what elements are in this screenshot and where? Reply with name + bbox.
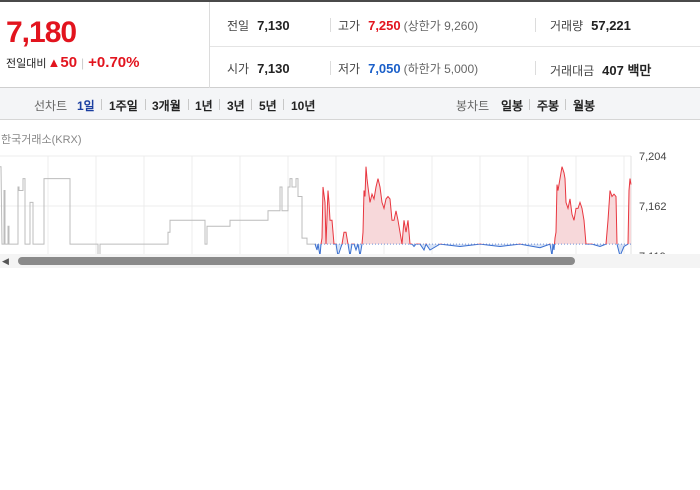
col-divider: [330, 18, 331, 32]
chart-period-tabs: 선차트 1일 1주일 3개월 1년 3년 5년 10년 봉차트 일봉 주봉 월봉: [0, 88, 700, 120]
amount-stat: 거래대금 407 백만: [550, 60, 651, 79]
change-label: 전일대비: [6, 58, 47, 70]
tab-daily-candle[interactable]: 일봉: [501, 97, 523, 114]
price-chart: 한국거래소(KRX) 7,204 7,162 7,119: [0, 120, 700, 268]
volume-value: 57,221: [591, 18, 631, 33]
change-value: 50: [60, 54, 78, 71]
tab-divider: [188, 99, 189, 110]
chart-horizontal-scrollbar[interactable]: ◀: [0, 254, 700, 268]
tab-1-week[interactable]: 1주일: [109, 97, 138, 114]
tab-divider: [145, 99, 146, 110]
tab-5-years[interactable]: 5년: [259, 97, 277, 114]
prev-close-label: 전일: [227, 19, 250, 33]
tab-divider: [283, 99, 284, 110]
upper-limit: (상한가 9,260): [403, 19, 479, 33]
quote-panel: 7,180 전일대비▲50 | +0.70% 전일 7,130 고가 7,250 (상한가…: [0, 0, 700, 88]
divider: |: [81, 56, 85, 70]
col-divider: [330, 61, 331, 75]
lower-limit: (하한가 5,000): [403, 62, 479, 76]
tab-divider: [529, 99, 530, 110]
scroll-left-arrow-icon[interactable]: ◀: [2, 256, 9, 267]
current-price: 7,180: [6, 16, 77, 49]
previous-days-series: [0, 166, 315, 257]
price-chart-plot: [0, 155, 632, 268]
y-tick-label: 7,204: [639, 151, 667, 163]
stock-quote-widget: 7,180 전일대비▲50 | +0.70% 전일 7,130 고가 7,250 (상한가…: [0, 0, 700, 268]
low-label: 저가: [338, 62, 361, 76]
amount-value: 407 백만: [602, 63, 652, 78]
open-stat: 시가 7,130: [227, 60, 290, 77]
tab-divider: [101, 99, 102, 110]
tab-1-year[interactable]: 1년: [195, 97, 213, 114]
prev-close-stat: 전일 7,130: [227, 17, 290, 34]
line-chart-title: 선차트: [34, 99, 68, 113]
open-value: 7,130: [257, 61, 290, 76]
current-price-box: 7,180 전일대비▲50 | +0.70%: [0, 2, 210, 88]
prev-close-value: 7,130: [257, 18, 290, 33]
tab-3-months[interactable]: 3개월: [152, 97, 181, 114]
col-divider: [535, 18, 536, 32]
tab-1-day[interactable]: 1일: [77, 97, 95, 114]
row-divider: [210, 46, 700, 47]
high-label: 고가: [338, 19, 361, 33]
low-stat: 저가 7,050 (하한가 5,000): [338, 60, 478, 77]
up-triangle-icon: ▲: [47, 55, 61, 70]
candle-chart-title: 봉차트: [456, 99, 490, 113]
tab-3-years[interactable]: 3년: [227, 97, 245, 114]
tab-divider: [219, 99, 220, 110]
change-rate: +0.70%: [88, 54, 140, 71]
tab-divider: [251, 99, 252, 110]
quote-stats-grid: 전일 7,130 고가 7,250 (상한가 9,260) 거래량 57,221 시가 7…: [210, 2, 700, 88]
tab-10-years[interactable]: 10년: [291, 97, 315, 114]
tab-monthly-candle[interactable]: 월봉: [573, 97, 595, 114]
col-divider: [535, 61, 536, 75]
y-tick-label: 7,162: [639, 201, 667, 213]
exchange-label: 한국거래소(KRX): [1, 134, 82, 146]
tab-weekly-candle[interactable]: 주봉: [537, 97, 559, 114]
volume-stat: 거래량 57,221: [550, 17, 631, 34]
change-row: 전일대비▲50 | +0.70%: [6, 54, 139, 71]
open-label: 시가: [227, 62, 250, 76]
tab-divider: [565, 99, 566, 110]
high-value: 7,250: [368, 18, 401, 33]
amount-label: 거래대금: [550, 64, 595, 78]
volume-label: 거래량: [550, 19, 584, 33]
scrollbar-thumb[interactable]: [18, 257, 575, 265]
low-value: 7,050: [368, 61, 401, 76]
high-stat: 고가 7,250 (상한가 9,260): [338, 17, 478, 34]
